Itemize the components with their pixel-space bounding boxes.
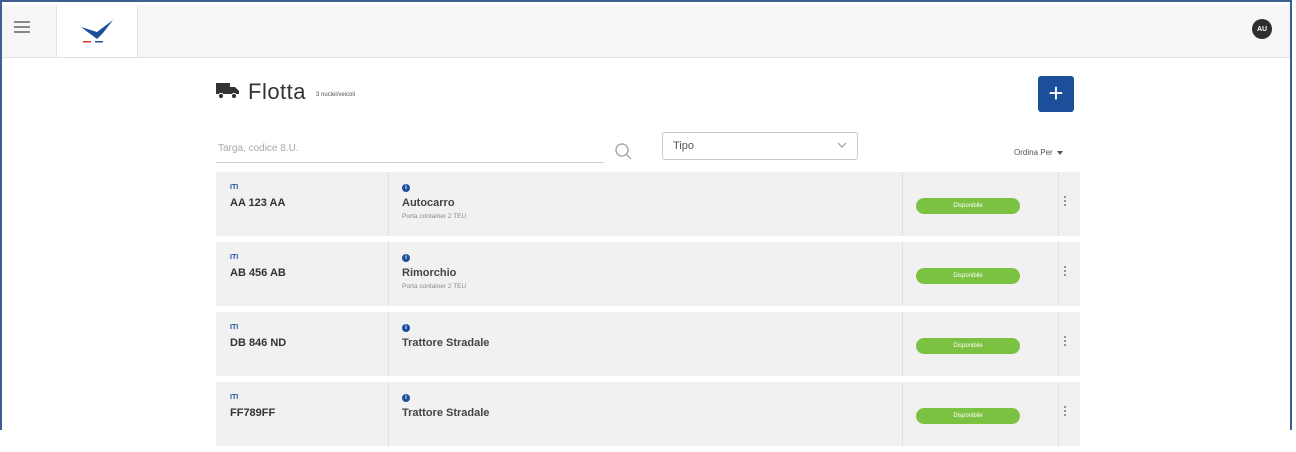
vehicle-row[interactable]: ITI AB 456 AB i Rimorchio Porta containe…	[216, 242, 1080, 306]
plate-cell: ITI AB 456 AB	[216, 242, 389, 306]
status-cell: Disponibile	[902, 172, 1059, 236]
vehicle-description: Porta container 2 TEU	[402, 213, 467, 220]
info-icon[interactable]: i	[402, 324, 410, 332]
country-tag: ITI	[230, 254, 239, 261]
country-tag: ITI	[230, 184, 239, 191]
vehicle-list: ITI AA 123 AA i Autocarro Porta containe…	[216, 172, 1080, 452]
more-vert-icon	[1064, 406, 1067, 418]
sort-dropdown[interactable]: Ordina Per	[1014, 148, 1063, 157]
title-row: Flotta 3 nuclei/veicoli	[216, 72, 355, 112]
row-menu[interactable]	[1058, 312, 1080, 376]
plate-cell: ITI DB 846 ND	[216, 312, 389, 376]
caret-down-icon	[1056, 150, 1063, 155]
page-title: Flotta	[248, 79, 307, 104]
chevron-down-icon	[837, 142, 847, 148]
more-vert-icon	[1064, 336, 1067, 348]
vehicle-row[interactable]: ITI DB 846 ND i Trattore Stradale Dispon…	[216, 312, 1080, 376]
logo[interactable]	[56, 5, 138, 57]
plate-number: AA 123 AA	[230, 197, 286, 209]
sort-label: Ordina Per	[1014, 148, 1053, 157]
info-icon[interactable]: i	[402, 254, 410, 262]
search-input[interactable]	[216, 136, 600, 160]
bird-logo-icon	[81, 20, 113, 43]
top-bar: AU	[2, 5, 1290, 58]
vehicle-type: Rimorchio	[402, 267, 457, 279]
truck-icon	[216, 83, 239, 99]
row-menu[interactable]	[1058, 172, 1080, 236]
plate-number: AB 456 AB	[230, 267, 286, 279]
vehicle-type: Autocarro	[402, 197, 455, 209]
status-badge: Disponibile	[916, 408, 1020, 424]
type-select-label: Tipo	[673, 140, 694, 152]
more-vert-icon	[1064, 266, 1067, 278]
country-tag: ITI	[230, 394, 239, 401]
more-vert-icon	[1064, 196, 1067, 208]
status-badge: Disponibile	[916, 338, 1020, 354]
plate-number: FF789FF	[230, 407, 276, 419]
type-cell: i Trattore Stradale	[388, 382, 903, 446]
status-badge: Disponibile	[916, 198, 1020, 214]
status-cell: Disponibile	[902, 382, 1059, 446]
type-cell: i Rimorchio Porta container 2 TEU	[388, 242, 903, 306]
page-subtitle: 3 nuclei/veicoli	[316, 92, 356, 98]
user-avatar[interactable]: AU	[1252, 19, 1272, 39]
type-cell: i Trattore Stradale	[388, 312, 903, 376]
plate-cell: ITI FF789FF	[216, 382, 389, 446]
plate-number: DB 846 ND	[230, 337, 287, 349]
status-cell: Disponibile	[902, 242, 1059, 306]
type-cell: i Autocarro Porta container 2 TEU	[388, 172, 903, 236]
status-badge: Disponibile	[916, 268, 1020, 284]
country-tag: ITI	[230, 324, 239, 331]
info-icon[interactable]: i	[402, 394, 410, 402]
type-select[interactable]: Tipo	[662, 132, 858, 160]
row-menu[interactable]	[1058, 242, 1080, 306]
plate-cell: ITI AA 123 AA	[216, 172, 389, 236]
info-icon[interactable]: i	[402, 184, 410, 192]
vehicle-row[interactable]: ITI AA 123 AA i Autocarro Porta containe…	[216, 172, 1080, 236]
search-icon[interactable]	[614, 142, 634, 162]
vehicle-type: Trattore Stradale	[402, 407, 490, 419]
vehicle-description: Porta container 2 TEU	[402, 283, 467, 290]
status-cell: Disponibile	[902, 312, 1059, 376]
vehicle-row[interactable]: ITI FF789FF i Trattore Stradale Disponib…	[216, 382, 1080, 446]
add-vehicle-button[interactable]: +	[1038, 76, 1074, 112]
row-menu[interactable]	[1058, 382, 1080, 446]
search-field	[216, 136, 604, 163]
vehicle-type: Trattore Stradale	[402, 337, 490, 349]
menu-icon[interactable]	[14, 21, 30, 35]
